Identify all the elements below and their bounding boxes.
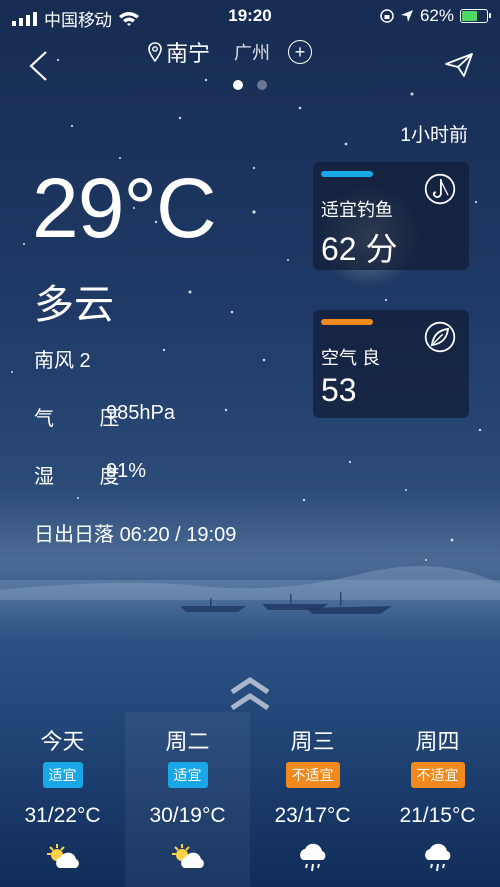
fishing-hook-icon (424, 173, 456, 205)
wind-info: 南风 2 (34, 350, 91, 372)
air-accent-bar (321, 319, 373, 325)
temperature-range: 30/19°C (149, 804, 226, 827)
page-indicator (0, 80, 500, 90)
air-quality-card[interactable]: 空气 良 53 (313, 310, 469, 418)
forecast-day-name: 周四 (415, 729, 460, 754)
other-city-tab[interactable]: 广州 (234, 39, 270, 65)
forecast-day[interactable]: 周四 不适宜 21/15°C (375, 712, 500, 887)
chevron-up-icon[interactable] (228, 676, 272, 712)
status-bar: 中国移动 19:20 62% (0, 0, 500, 32)
leaf-icon (424, 321, 456, 353)
updated-time: 1小时前 (400, 125, 468, 146)
location-pin-icon (148, 42, 162, 62)
location-arrow-icon (400, 10, 413, 22)
forecast-day[interactable]: 今天 适宜 31/22°C (0, 712, 125, 887)
fishing-label: 适宜钓鱼 (321, 200, 393, 220)
battery-icon (460, 9, 491, 23)
rotation-lock-icon (380, 9, 394, 23)
boats-silhouette (180, 592, 392, 614)
partly-cloudy-icon (171, 844, 204, 868)
daily-forecast: 今天 适宜 31/22°C 周二 适宜 30/19°C 周三 不适宜 23/17… (0, 712, 500, 887)
forecast-day[interactable]: 周二 适宜 30/19°C (125, 712, 250, 887)
forecast-day-name: 今天 (40, 729, 85, 754)
fishing-card[interactable]: 适宜钓鱼 62 分 (313, 162, 469, 270)
current-temperature: 29°C (32, 161, 217, 255)
temperature-range: 23/17°C (274, 804, 351, 827)
fishing-suitability-badge: 不适宜 (285, 762, 340, 788)
current-city-name: 南宁 (166, 41, 211, 66)
back-arrow-icon[interactable] (28, 50, 48, 82)
sunrise-sunset-label: 日出日落 (34, 524, 114, 546)
fishing-score: 62 分 (321, 231, 398, 267)
pressure-value: 985hPa (106, 402, 175, 424)
forecast-day[interactable]: 周三 不适宜 23/17°C (250, 712, 375, 887)
fishing-suitability-badge: 不适宜 (410, 762, 465, 788)
humidity-label: 湿 度 (34, 466, 140, 488)
add-city-button[interactable]: + (288, 40, 313, 64)
current-city[interactable]: 南宁 (148, 36, 210, 68)
weather-condition: 多云 (34, 283, 114, 327)
forecast-day-name: 周三 (290, 729, 335, 754)
humidity-row: 湿 度 91% (34, 460, 146, 489)
air-quality-value: 53 (321, 372, 357, 408)
battery-level (462, 11, 477, 21)
rain-icon (299, 843, 325, 872)
rain-icon (424, 843, 450, 872)
fishing-suitability-badge: 适宜 (167, 762, 208, 788)
fishing-suitability-badge: 适宜 (42, 762, 83, 788)
page-dot[interactable] (257, 80, 267, 90)
temperature-range: 31/22°C (24, 804, 101, 827)
pressure-label: 气 压 (34, 408, 140, 430)
fishing-accent-bar (321, 171, 373, 177)
humidity-value: 91% (106, 460, 147, 482)
page-dot-active (233, 80, 243, 90)
share-send-icon[interactable] (444, 52, 474, 78)
sunrise-sunset-value: 06:20 / 19:09 (119, 524, 237, 546)
air-quality-label: 空气 良 (321, 348, 381, 368)
temperature-range: 21/15°C (399, 804, 476, 827)
pressure-row: 气 压 985hPa (34, 402, 175, 431)
forecast-day-name: 周二 (165, 729, 210, 754)
top-navigation: 南宁 广州 + (0, 36, 500, 81)
partly-cloudy-icon (46, 844, 79, 868)
battery-percent: 62% (419, 6, 454, 25)
sunrise-sunset-row: 日出日落 06:20 / 19:09 (34, 518, 236, 547)
